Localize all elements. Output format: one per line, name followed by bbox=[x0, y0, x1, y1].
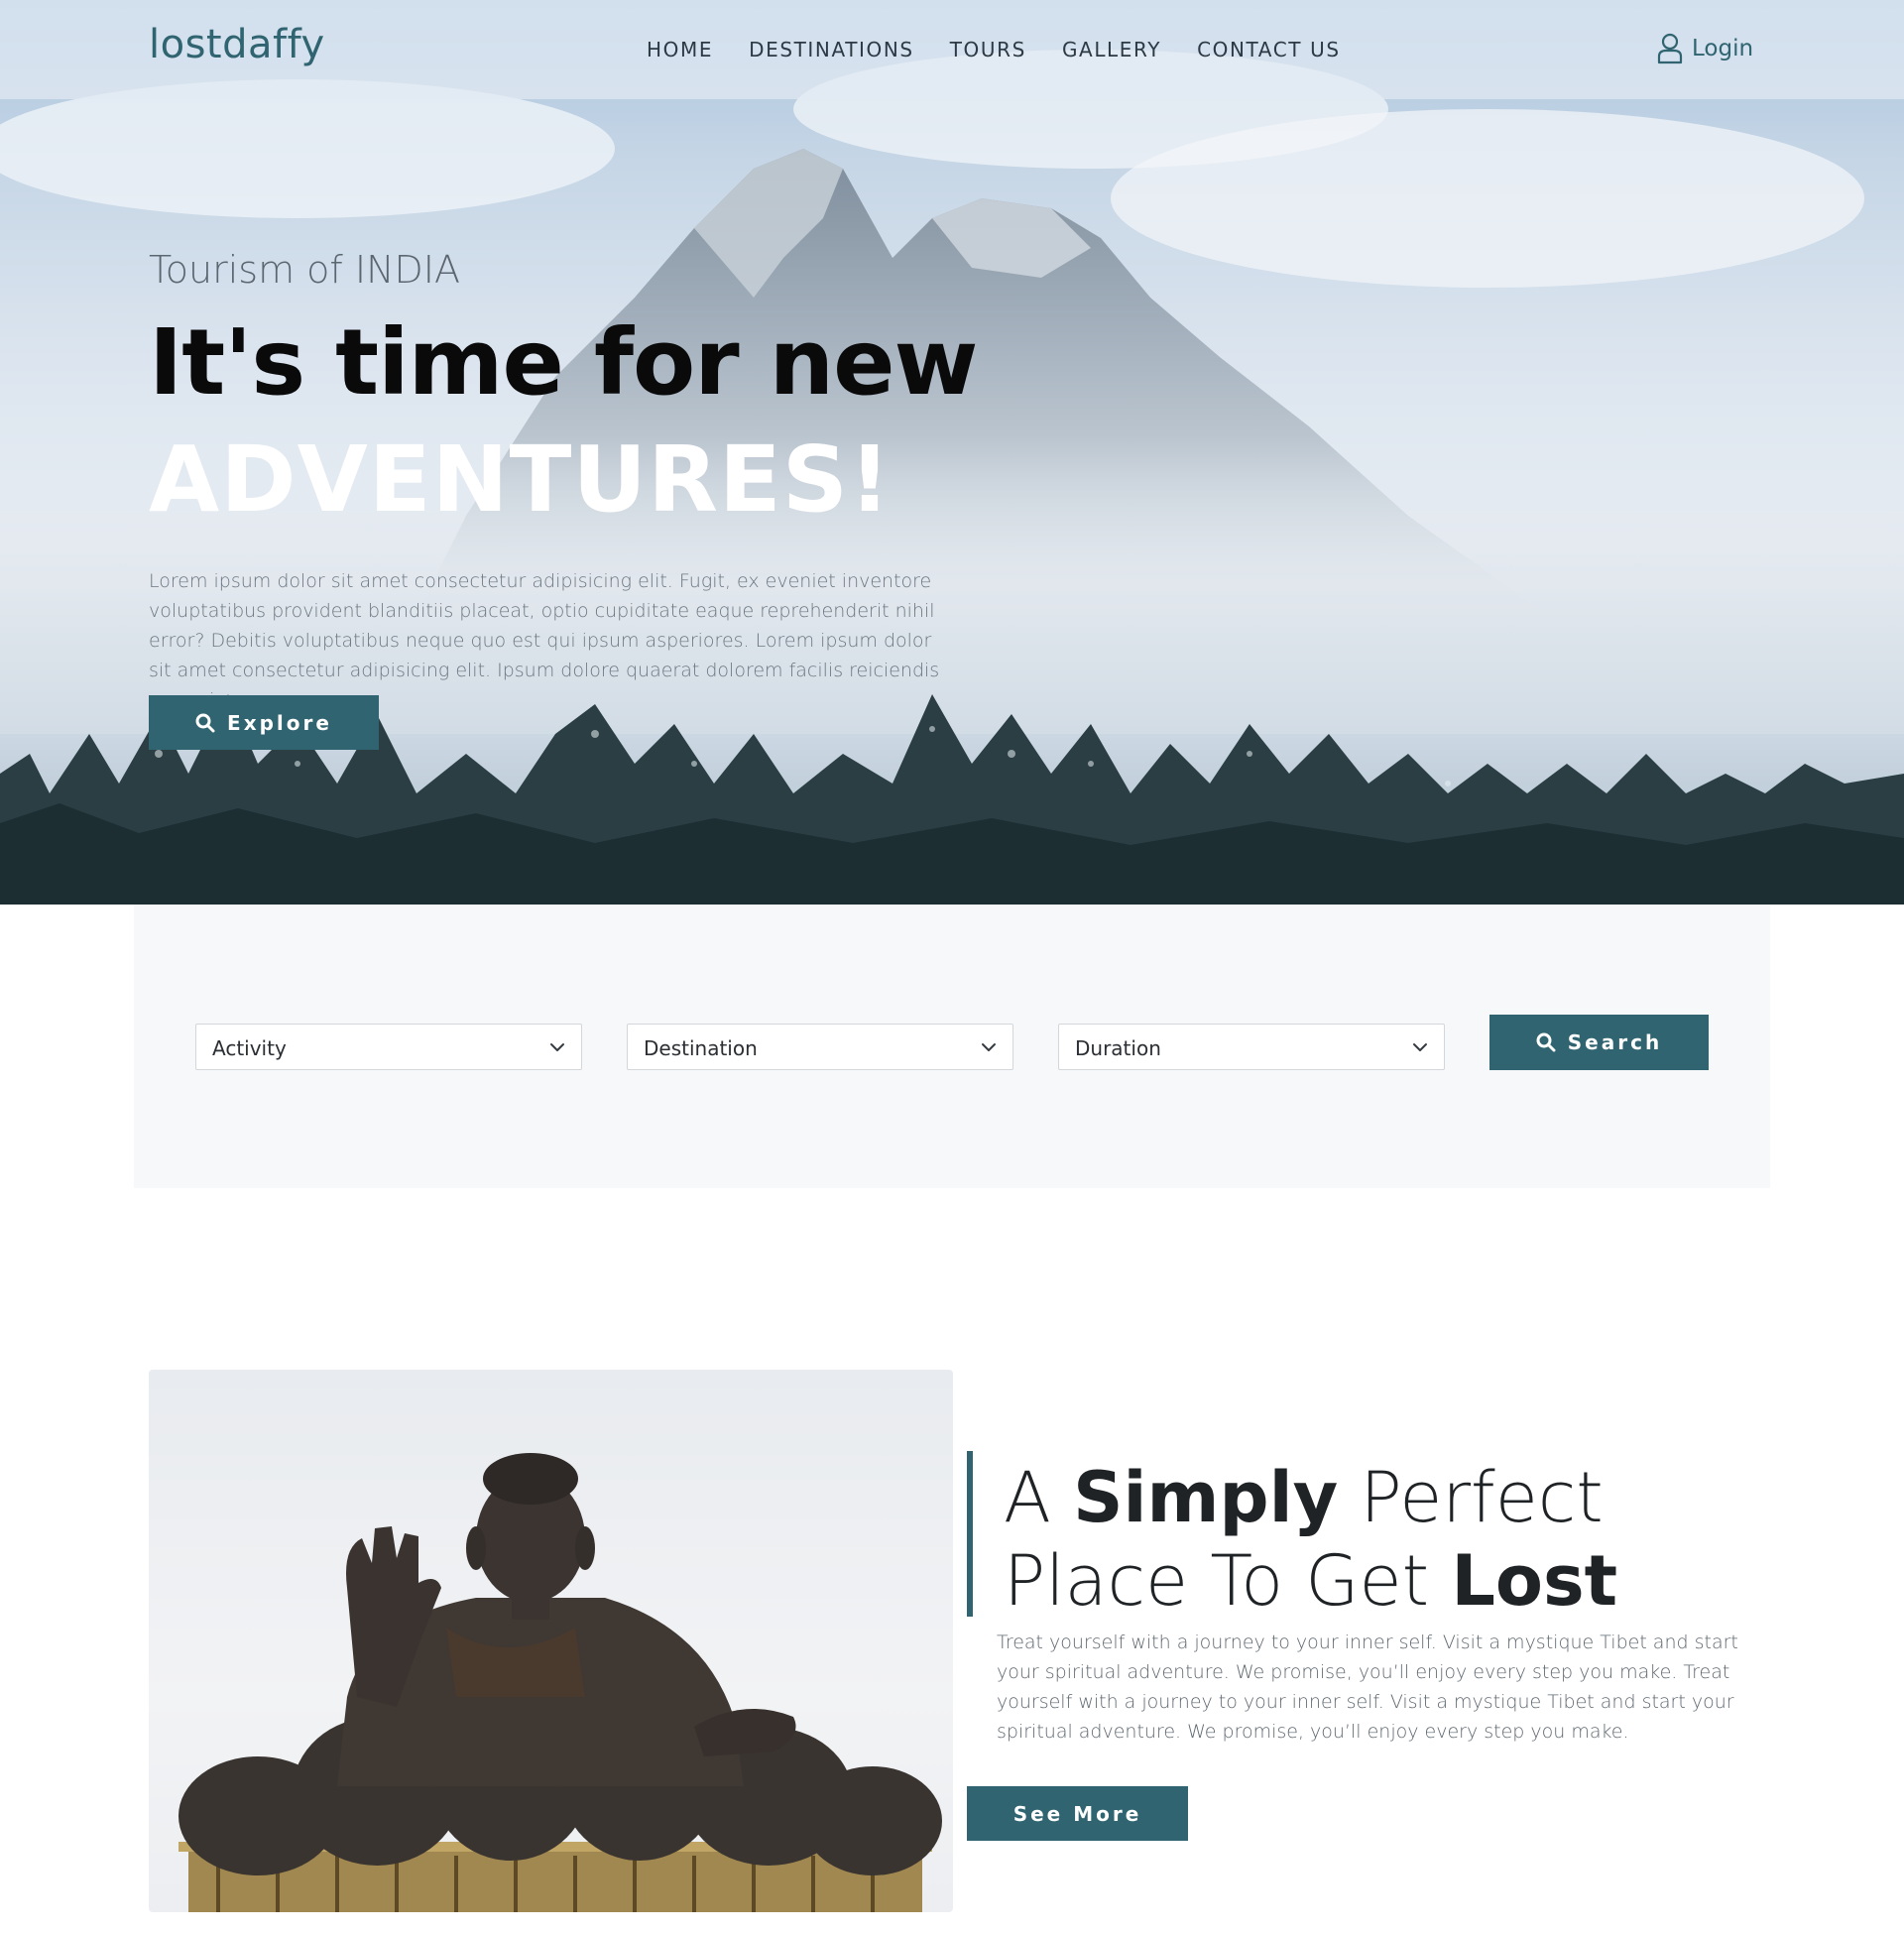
hero-section: lostdaffy HOME DESTINATIONS TOURS GALLER… bbox=[0, 0, 1904, 905]
destination-select[interactable]: Destination bbox=[627, 1024, 1013, 1070]
chevron-down-icon bbox=[1413, 1043, 1427, 1051]
user-icon bbox=[1657, 33, 1683, 64]
search-icon bbox=[195, 713, 215, 732]
hero-description: Lorem ipsum dolor sit amet consectetur a… bbox=[149, 570, 940, 711]
nav-link-home[interactable]: HOME bbox=[647, 38, 713, 61]
top-navbar: lostdaffy HOME DESTINATIONS TOURS GALLER… bbox=[0, 0, 1904, 99]
main-menu: HOME DESTINATIONS TOURS GALLERY CONTACT … bbox=[647, 38, 1341, 61]
search-panel: Activity Destination Duration Search bbox=[134, 905, 1770, 1188]
explore-button[interactable]: Explore bbox=[149, 695, 379, 750]
search-button-label: Search bbox=[1567, 1030, 1663, 1054]
hero-title: It's time for new bbox=[149, 309, 978, 416]
nav-link-gallery[interactable]: GALLERY bbox=[1062, 38, 1161, 61]
chevron-down-icon bbox=[550, 1043, 564, 1051]
buddha-illustration bbox=[178, 1453, 942, 1912]
explore-button-label: Explore bbox=[227, 710, 332, 735]
nav-link-destinations[interactable]: DESTINATIONS bbox=[749, 38, 914, 61]
title-accent-bar bbox=[967, 1451, 973, 1617]
about-title-a: A bbox=[1004, 1457, 1074, 1538]
duration-select-value: Duration bbox=[1075, 1036, 1161, 1060]
login-link[interactable]: Login bbox=[1656, 33, 1753, 64]
buddha-statue-image bbox=[149, 1370, 953, 1912]
see-more-button-label: See More bbox=[1012, 1801, 1142, 1826]
activity-select[interactable]: Activity bbox=[195, 1024, 582, 1070]
search-button[interactable]: Search bbox=[1489, 1015, 1709, 1070]
see-more-button[interactable]: See More bbox=[967, 1786, 1188, 1841]
nav-link-contact-us[interactable]: CONTACT US bbox=[1197, 38, 1341, 61]
login-label: Login bbox=[1692, 36, 1754, 61]
about-title: A Simply Perfect Place To Get Lost bbox=[1004, 1456, 1757, 1623]
nav-link-tours[interactable]: TOURS bbox=[950, 38, 1026, 61]
about-title-lost: Lost bbox=[1451, 1540, 1618, 1622]
site-logo[interactable]: lostdaffy bbox=[149, 22, 325, 67]
hero-title-highlight: ADVENTURES! bbox=[149, 426, 892, 533]
search-icon bbox=[1536, 1032, 1556, 1052]
activity-select-value: Activity bbox=[212, 1036, 287, 1060]
hero-subtitle: Tourism of INDIA bbox=[149, 248, 460, 292]
about-description: Treat yourself with a journey to your in… bbox=[997, 1632, 1738, 1743]
destination-select-value: Destination bbox=[644, 1036, 758, 1060]
about-title-simply: Simply bbox=[1073, 1457, 1339, 1538]
chevron-down-icon bbox=[982, 1043, 996, 1051]
duration-select[interactable]: Duration bbox=[1058, 1024, 1445, 1070]
